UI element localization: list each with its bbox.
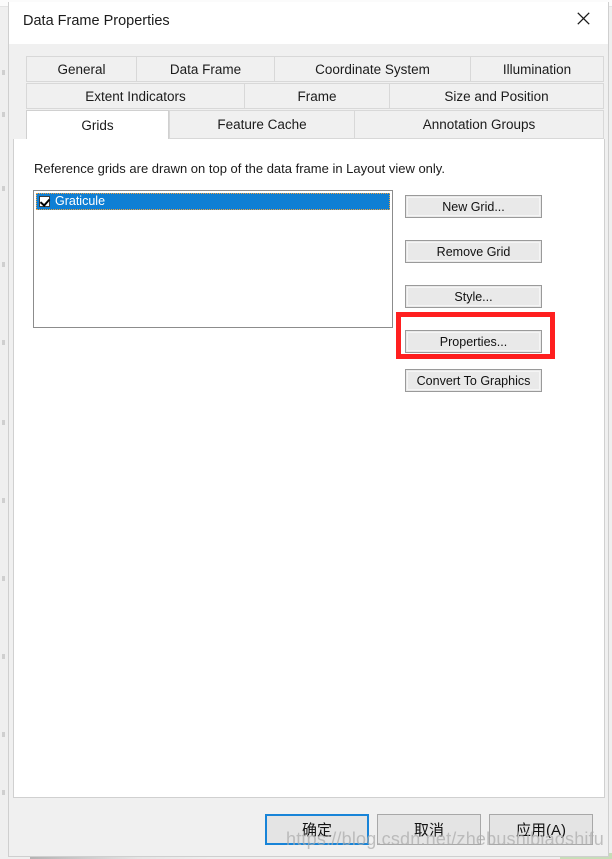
tab-coordinate-system[interactable]: Coordinate System	[274, 56, 470, 82]
cancel-button[interactable]: 取消	[377, 814, 481, 845]
close-icon[interactable]	[561, 2, 605, 34]
ok-button[interactable]: 确定	[265, 814, 369, 845]
tab-label: Annotation Groups	[422, 117, 536, 132]
button-label: 取消	[413, 822, 444, 839]
tab-label: Size and Position	[444, 88, 549, 104]
tab-general[interactable]: General	[26, 56, 136, 82]
data-frame-properties-dialog: Data Frame Properties General Data Frame…	[8, 2, 609, 857]
convert-to-graphics-button[interactable]: Convert To Graphics	[405, 369, 542, 392]
tab-extent-indicators[interactable]: Extent Indicators	[26, 83, 244, 109]
background-tick	[2, 112, 5, 117]
grids-tab-panel: Reference grids are drawn on top of the …	[13, 139, 605, 798]
background-tick	[2, 732, 5, 737]
tab-size-and-position[interactable]: Size and Position	[389, 83, 604, 109]
tab-strip: General Data Frame Coordinate System Ill…	[9, 44, 608, 139]
tab-row-2: Extent Indicators Frame Size and Positio…	[26, 83, 604, 109]
tab-annotation-groups[interactable]: Annotation Groups	[354, 110, 604, 139]
button-label: 应用(A)	[516, 822, 566, 839]
dialog-titlebar: Data Frame Properties	[9, 2, 608, 44]
dialog-title: Data Frame Properties	[23, 13, 170, 29]
tab-label: Frame	[297, 88, 337, 104]
new-grid-button[interactable]: New Grid...	[405, 195, 542, 218]
background-tick	[2, 186, 5, 191]
tab-label: Grids	[81, 117, 114, 133]
list-item-label: Graticule	[55, 194, 106, 209]
button-label: 确定	[301, 822, 332, 839]
properties-button[interactable]: Properties...	[405, 330, 542, 353]
button-label: Convert To Graphics	[416, 373, 531, 388]
background-tick	[2, 340, 5, 345]
grid-list-box[interactable]: Graticule	[33, 190, 393, 328]
button-label: Properties...	[439, 334, 508, 349]
background-tick	[2, 576, 5, 581]
tab-label: Data Frame	[169, 61, 242, 77]
background-tick	[2, 654, 5, 659]
tab-grids[interactable]: Grids	[26, 110, 169, 139]
remove-grid-button[interactable]: Remove Grid	[405, 240, 542, 263]
tab-row-1: General Data Frame Coordinate System Ill…	[26, 56, 604, 82]
tab-feature-cache[interactable]: Feature Cache	[169, 110, 354, 139]
list-item[interactable]: Graticule	[36, 193, 390, 210]
grids-description: Reference grids are drawn on top of the …	[34, 161, 445, 176]
style-button[interactable]: Style...	[405, 285, 542, 308]
tab-label: Coordinate System	[315, 61, 430, 77]
tab-data-frame[interactable]: Data Frame	[136, 56, 274, 82]
button-label: Style...	[454, 289, 493, 304]
tab-frame[interactable]: Frame	[244, 83, 389, 109]
tab-label: General	[57, 61, 106, 77]
background-tick	[2, 70, 5, 75]
checkbox-icon[interactable]	[39, 196, 50, 207]
background-tick	[2, 262, 5, 267]
tab-label: Illumination	[502, 61, 572, 77]
tab-illumination[interactable]: Illumination	[470, 56, 604, 82]
background-tick	[2, 498, 5, 503]
background-tick	[2, 790, 5, 795]
background-tick	[2, 420, 5, 425]
tab-row-3: Grids Feature Cache Annotation Groups	[26, 110, 604, 139]
button-label: Remove Grid	[436, 244, 511, 259]
apply-button[interactable]: 应用(A)	[489, 814, 593, 845]
tab-label: Extent Indicators	[85, 88, 186, 104]
tab-label: Feature Cache	[217, 117, 307, 132]
button-label: New Grid...	[442, 199, 505, 214]
